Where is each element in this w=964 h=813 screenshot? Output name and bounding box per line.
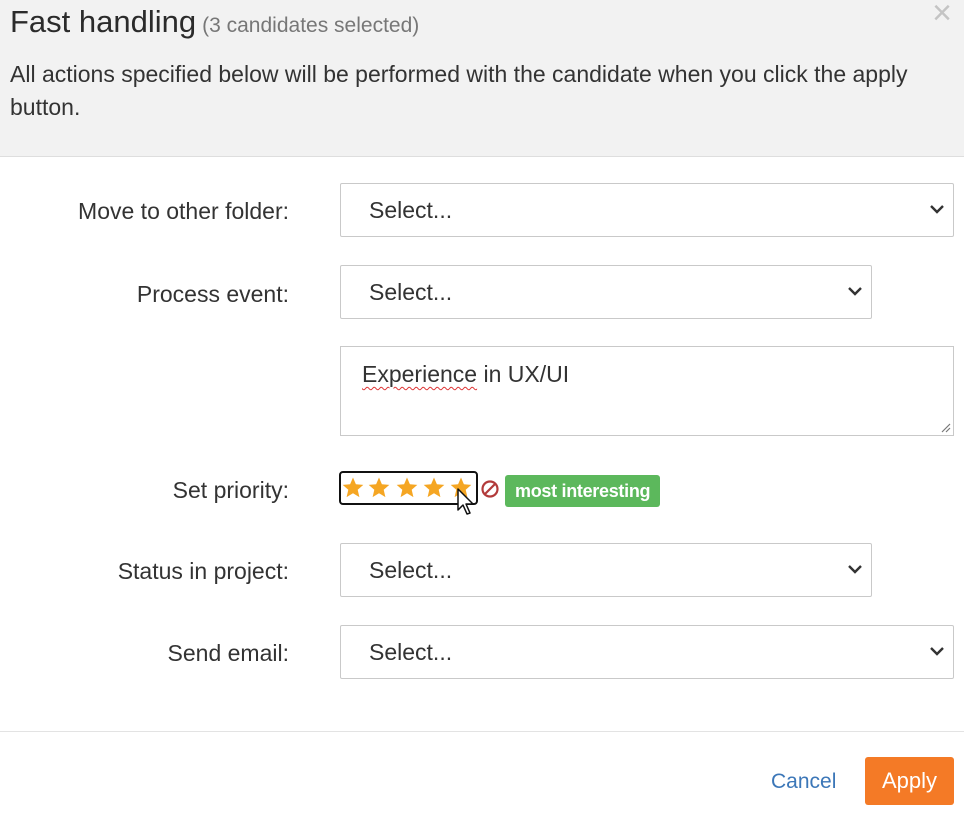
process-event-select[interactable]: Select...	[340, 265, 872, 319]
chevron-down-icon	[930, 647, 944, 656]
process-event-label: Process event:	[136, 281, 289, 307]
close-icon[interactable]: ×	[932, 0, 952, 30]
chevron-down-icon	[848, 287, 862, 296]
chevron-down-icon	[848, 565, 862, 574]
priority-badge: most interesting	[505, 475, 661, 507]
event-note-textarea[interactable]: Experience in UX/UI	[340, 346, 954, 436]
process-event-value: Select...	[369, 279, 453, 305]
resize-handle-icon[interactable]	[939, 421, 951, 433]
move-folder-label: Move to other folder:	[78, 198, 289, 224]
dialog-title-text: Fast handling	[10, 4, 197, 39]
dialog-title: Fast handling (3 candidates selected)	[10, 4, 419, 40]
footer-divider	[0, 731, 964, 732]
send-email-label: Send email:	[167, 640, 289, 666]
chevron-down-icon	[930, 205, 944, 214]
star-icon[interactable]	[395, 476, 419, 500]
status-project-label: Status in project:	[117, 558, 289, 584]
star-icon[interactable]	[367, 476, 391, 500]
star-icon[interactable]	[422, 476, 446, 500]
send-email-select[interactable]: Select...	[340, 625, 954, 679]
status-project-value: Select...	[369, 557, 453, 583]
event-note-text: Experience in UX/UI	[362, 361, 569, 388]
send-email-value: Select...	[369, 639, 453, 665]
dialog-description: All actions specified below will be perf…	[10, 61, 908, 120]
priority-label: Set priority:	[172, 477, 289, 503]
cancel-button[interactable]: Cancel	[771, 770, 836, 794]
move-folder-value: Select...	[369, 197, 453, 223]
move-folder-select[interactable]: Select...	[340, 183, 954, 237]
star-icon[interactable]	[341, 476, 365, 500]
selection-count: (3 candidates selected)	[202, 14, 420, 37]
apply-button[interactable]: Apply	[865, 757, 954, 805]
clear-rating-icon[interactable]	[480, 479, 500, 499]
note-text-rest: in UX/UI	[477, 361, 570, 387]
status-project-select[interactable]: Select...	[340, 543, 872, 597]
mouse-pointer-icon	[457, 488, 474, 515]
dialog-header: Fast handling (3 candidates selected) × A…	[0, 0, 964, 157]
misspelled-word: Experience	[362, 361, 478, 387]
